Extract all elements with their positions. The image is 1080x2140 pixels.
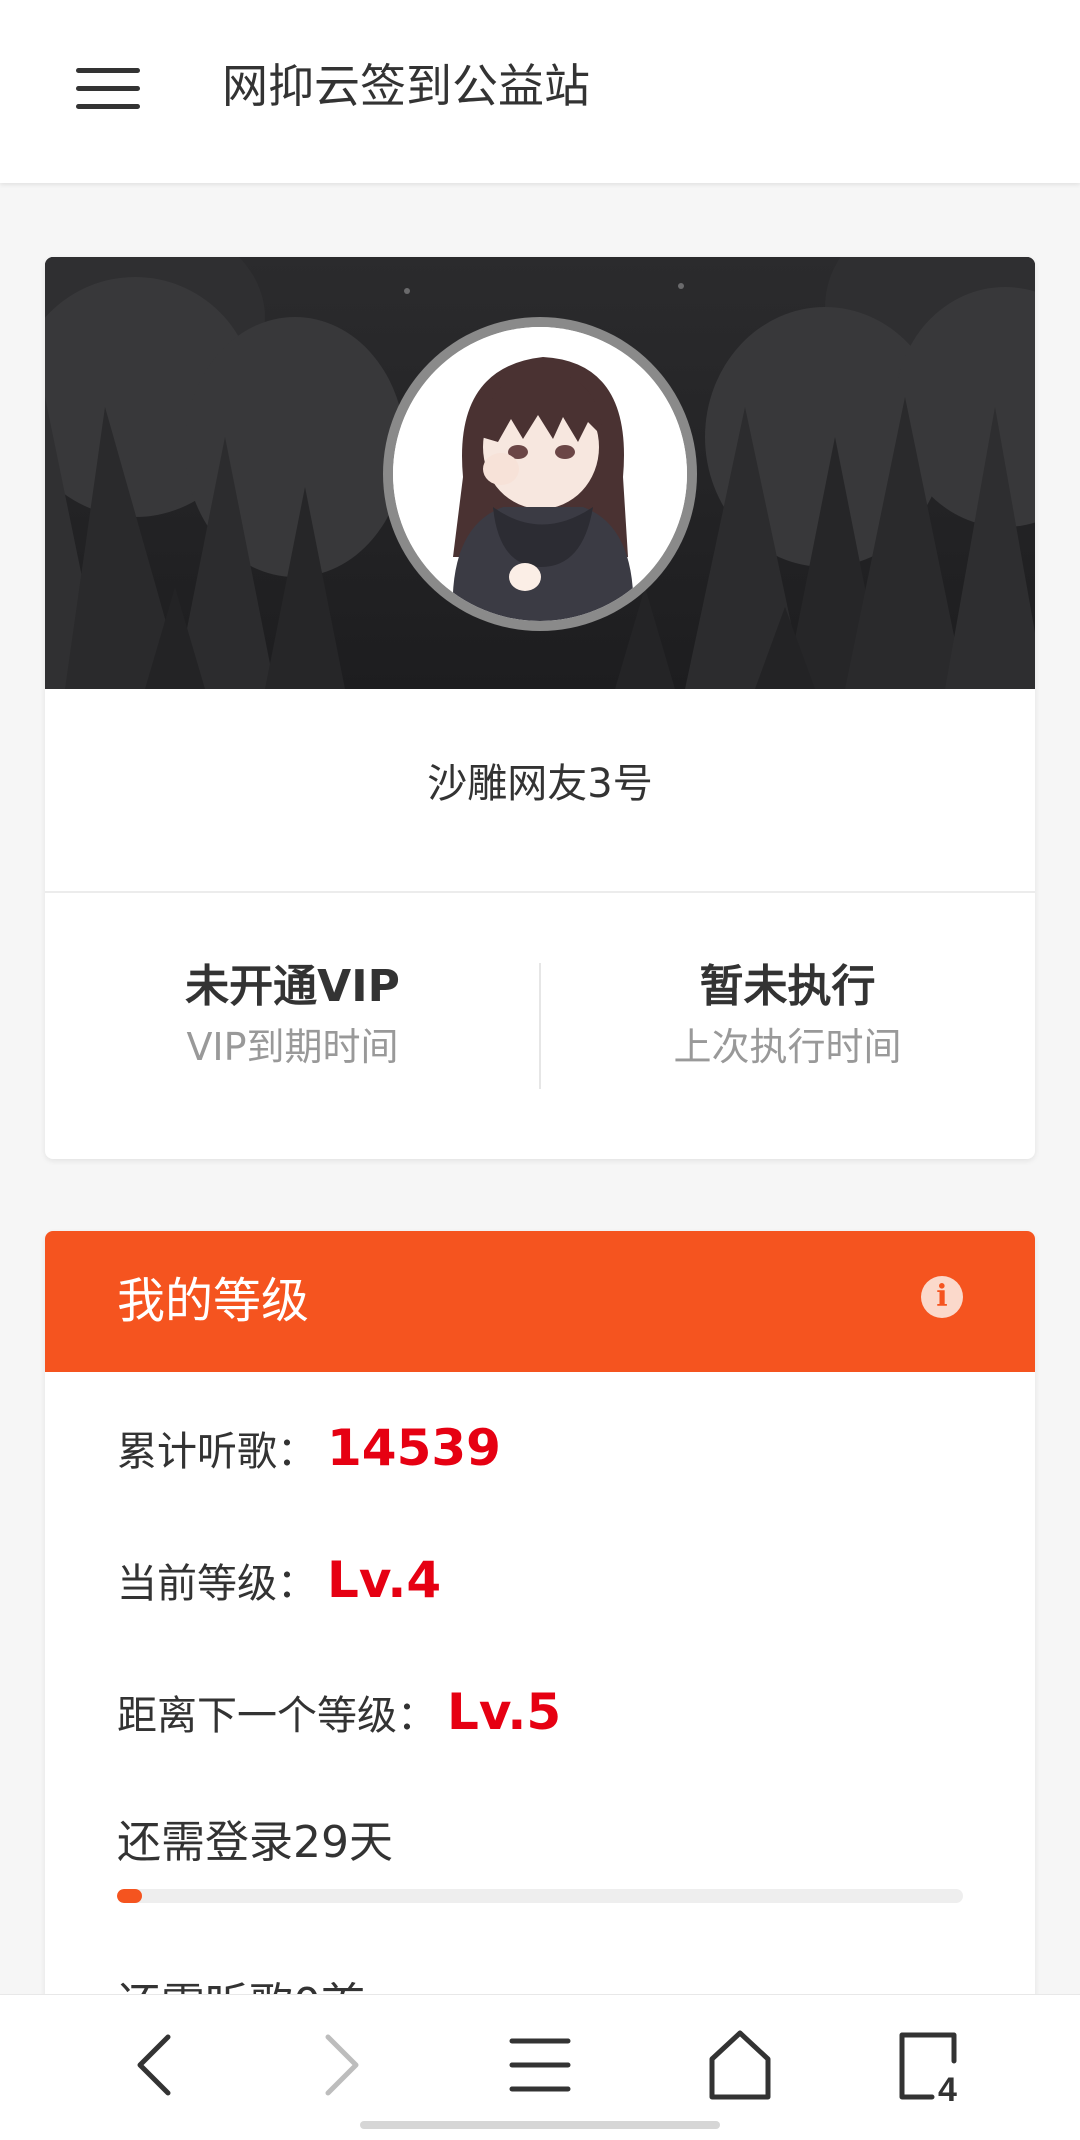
next-level-row: 距离下一个等级： Lv.5 [117,1683,561,1753]
level-card-header: 我的等级 i [45,1231,1035,1372]
avatar-image [393,327,687,621]
tab-count: 4 [938,2071,957,2105]
total-listen-label: 累计听歌： [117,1429,317,1475]
login-progress-fill [117,1889,143,1903]
login-progress-bar [117,1889,963,1903]
next-level-label: 距离下一个等级： [117,1693,437,1739]
home-icon[interactable] [700,2025,780,2105]
chevron-left-icon[interactable] [116,2025,196,2105]
vip-stat: 未开通VIP VIP到期时间 [45,957,540,1075]
vip-status: 未开通VIP [185,961,400,1012]
profile-banner [45,257,1035,689]
last-run-stat: 暂未执行 上次执行时间 [540,957,1035,1075]
anime-girl-avatar-illustration [393,327,687,621]
chevron-right-icon[interactable] [300,2025,380,2105]
last-run-label: 上次执行时间 [673,1025,902,1069]
next-level-value: Lv.5 [447,1683,562,1741]
gesture-home-indicator[interactable] [360,2121,720,2129]
app-title: 网抑云签到公益站 [222,59,590,113]
top-app-bar: 网抑云签到公益站 [0,0,1080,183]
divider [45,891,1035,893]
avatar[interactable] [383,317,697,631]
total-listen-value: 14539 [327,1419,501,1477]
hamburger-menu-icon[interactable] [72,62,144,114]
last-run-status: 暂未执行 [699,961,876,1012]
info-icon[interactable]: i [921,1276,963,1318]
username: 沙雕网友3号 [427,761,653,807]
current-level-value: Lv.4 [327,1551,442,1609]
level-title: 我的等级 [117,1273,310,1329]
profile-card: 沙雕网友3号 未开通VIP VIP到期时间 暂未执行 上次执行时间 [45,257,1035,1159]
browser-bottom-bar: 4 [0,1994,1080,2140]
current-level-row: 当前等级： Lv.4 [117,1551,441,1621]
menu-lines-icon[interactable] [500,2025,580,2105]
tabs-icon[interactable]: 4 [888,2025,968,2109]
total-listen-row: 累计听歌： 14539 [117,1419,501,1489]
login-remaining-text: 还需登录29天 [117,1817,393,1868]
vip-expiry-label: VIP到期时间 [186,1025,399,1069]
current-level-label: 当前等级： [117,1561,317,1607]
